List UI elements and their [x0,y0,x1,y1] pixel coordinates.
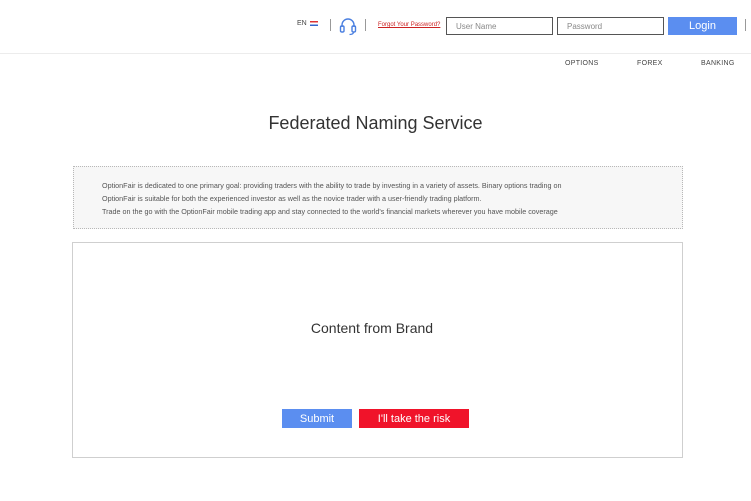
username-input[interactable] [446,17,553,35]
nav-item-banking[interactable]: BANKING [701,60,735,67]
divider [365,19,366,31]
language-label: EN [297,20,307,27]
page-title: Federated Naming Service [268,113,483,133]
forgot-password-link[interactable]: Forgot Your Password? [378,22,440,28]
info-line: OptionFair is dedicated to one primary g… [102,181,562,190]
divider [330,19,331,31]
flag-icon [309,21,318,26]
language-selector[interactable]: EN [297,20,318,27]
top-bar: EN Forgot Your Password? Login [0,0,751,54]
info-line: OptionFair is suitable for both the expe… [102,194,482,203]
take-risk-button[interactable]: I'll take the risk [359,409,469,428]
headset-icon[interactable] [338,16,358,36]
nav-item-forex[interactable]: FOREX [637,60,663,67]
info-line: Trade on the go with the OptionFair mobi… [102,207,558,216]
password-input[interactable] [557,17,664,35]
nav-item-options[interactable]: OPTIONS [565,60,599,67]
brand-content-panel: Content from Brand Submit I'll take the … [72,242,683,458]
brand-content-text: Content from Brand [310,320,434,336]
info-box: OptionFair is dedicated to one primary g… [73,166,683,229]
divider [745,19,746,31]
submit-button[interactable]: Submit [282,409,352,428]
login-button[interactable]: Login [668,17,737,35]
